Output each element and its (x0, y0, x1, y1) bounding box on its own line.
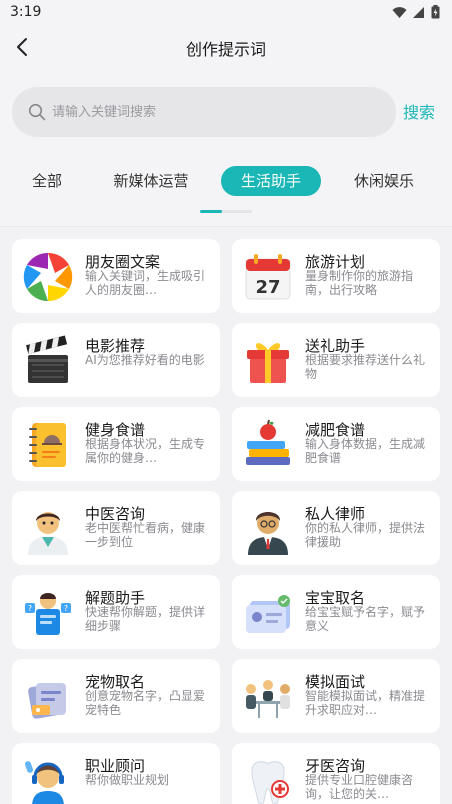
navbar: 创作提示词 (0, 26, 452, 68)
search-icon (28, 103, 46, 121)
tooth-icon (251, 761, 289, 804)
lawyer-avatar-icon (248, 512, 288, 555)
card-desc: 智能模拟面试，精准提升求职应对… (305, 689, 426, 717)
status-bar: 3:19 (0, 0, 452, 26)
card-mock-interview[interactable]: 模拟面试 智能模拟面试，精准提升求职应对… (232, 659, 440, 733)
question-helper-icon: ? ? (25, 593, 71, 635)
card-travel-plan[interactable]: 27 旅游计划 量身制作你的旅游指南，出行攻略 (232, 239, 440, 313)
gift-box-icon (247, 343, 289, 383)
search-input[interactable] (52, 87, 382, 137)
card-desc: 提供专业口腔健康咨询，让您的关… (305, 773, 414, 801)
card-baby-naming[interactable]: 宝宝取名 给宝宝赋予名字，赋予意义 (232, 575, 440, 649)
card-private-lawyer[interactable]: 私人律师 你的私人律师，提供法律援助 (232, 491, 440, 565)
card-movie-recommend[interactable]: 电影推荐 AI为您推荐好看的电影 (12, 323, 220, 397)
card-desc: 你的私人律师，提供法律援助 (305, 521, 426, 549)
card-desc: 输入身体数据，生成减肥食谱 (305, 437, 426, 465)
tab-life-assistant[interactable]: 生活助手 (221, 166, 321, 196)
signal-icon (413, 6, 424, 18)
card-problem-solver[interactable]: ? ? 解题助手 快速帮你解题，提供详细步骤 (12, 575, 220, 649)
card-dentist-consult[interactable]: 牙医咨询 提供专业口腔健康咨询，让您的关… (232, 743, 440, 804)
card-career-advisor[interactable]: 职业顾问 帮你做职业规划 (12, 743, 220, 804)
card-desc: 根据要求推荐送什么礼物 (305, 353, 426, 381)
status-time: 3:19 (10, 4, 42, 20)
prompt-grid: 朋友圈文案 输入关键词，生成吸引人的朋友圈… 27 旅游计划 量身制作你的旅游指… (0, 226, 452, 804)
clapperboard-icon (26, 335, 68, 383)
id-card-icon (246, 595, 290, 633)
card-tcm-consult[interactable]: 中医咨询 老中医帮忙看病，健康一步到位 (12, 491, 220, 565)
calendar-day: 27 (255, 277, 280, 298)
card-moments-copy[interactable]: 朋友圈文案 输入关键词，生成吸引人的朋友圈… (12, 239, 220, 313)
card-desc: 根据身体状况，生成专属你的健身… (85, 437, 206, 465)
search-box (12, 87, 396, 137)
category-tabs: 全部 新媒体运营 生活助手 休闲娱乐 (0, 156, 452, 226)
card-desc: AI为您推荐好看的电影 (85, 353, 205, 367)
recipe-book-icon (29, 423, 66, 467)
card-pet-naming[interactable]: 宠物取名 创意宠物名字，凸显爱宠特色 (12, 659, 220, 733)
card-desc: 帮你做职业规划 (85, 773, 170, 787)
battery-icon (431, 5, 440, 19)
status-icons (392, 5, 440, 19)
search-button[interactable]: 搜索 (403, 99, 435, 123)
pet-tag-icon (28, 683, 66, 719)
wifi-icon (392, 6, 407, 18)
card-desc: 快速帮你解题，提供详细步骤 (85, 605, 206, 633)
tab-all[interactable]: 全部 (18, 166, 76, 196)
card-desc: 创意宠物名字，凸显爱宠特色 (85, 689, 206, 717)
card-gift-helper[interactable]: 送礼助手 根据要求推荐送什么礼物 (232, 323, 440, 397)
tab-scroll-indicator (200, 210, 252, 213)
card-desc: 老中医帮忙看病，健康一步到位 (85, 521, 206, 549)
tab-leisure[interactable]: 休闲娱乐 (343, 166, 425, 196)
calendar-icon: 27 (245, 254, 291, 300)
card-diet-recipe[interactable]: 减肥食谱 输入身体数据，生成减肥食谱 (232, 407, 440, 481)
card-desc: 输入关键词，生成吸引人的朋友圈… (85, 269, 206, 297)
card-desc: 量身制作你的旅游指南，出行攻略 (305, 269, 414, 297)
camera-aperture-icon (23, 252, 73, 302)
headset-advisor-icon (24, 761, 64, 804)
doctor-avatar-icon (28, 512, 68, 555)
svg-text:?: ? (64, 604, 68, 613)
card-fitness-recipe[interactable]: 健身食谱 根据身体状况，生成专属你的健身… (12, 407, 220, 481)
interview-icon (246, 680, 290, 718)
card-desc: 给宝宝赋予名字，赋予意义 (305, 605, 426, 633)
search-area: 搜索 (0, 68, 452, 156)
page-title: 创作提示词 (185, 40, 266, 59)
books-apple-icon (246, 419, 290, 465)
tab-new-media[interactable]: 新媒体运营 (104, 166, 198, 196)
svg-text:?: ? (28, 604, 32, 613)
